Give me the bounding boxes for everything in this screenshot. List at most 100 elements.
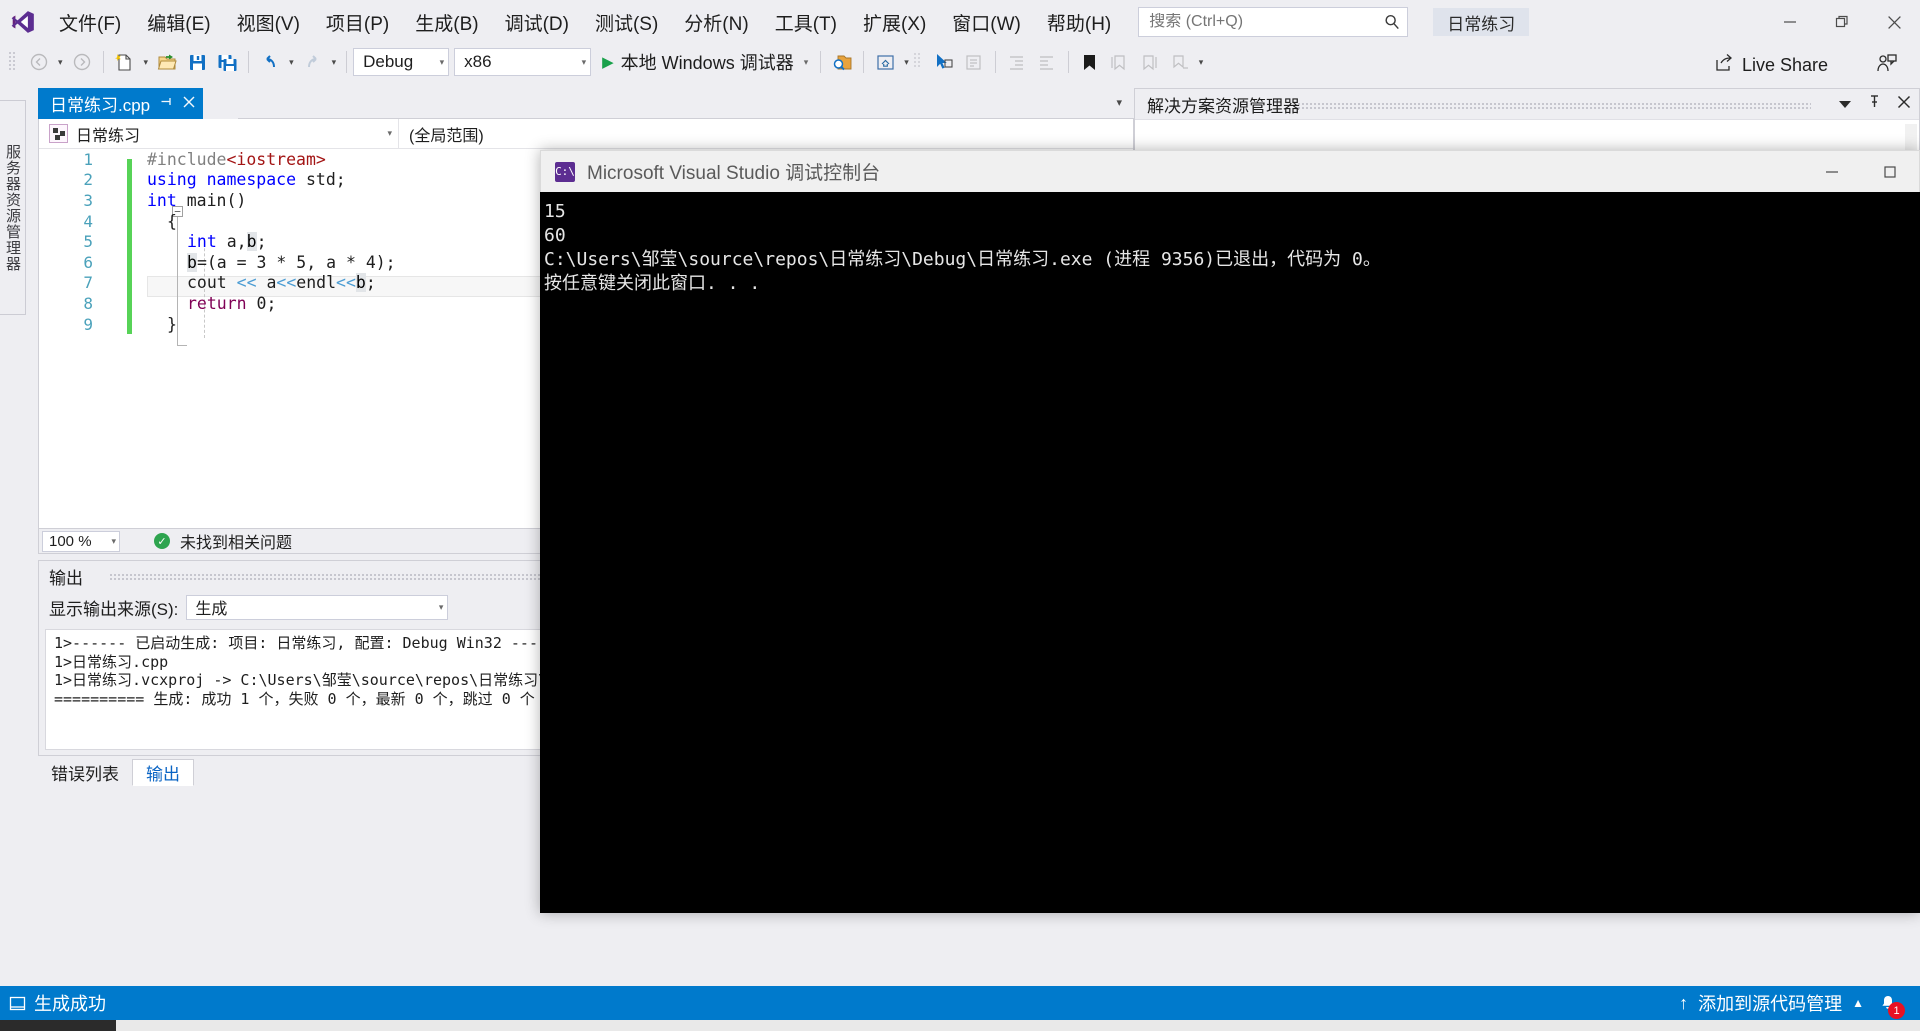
code-token: 0; [246,293,277,313]
console-output-text[interactable]: 15 60 C:\Users\邹莹\source\repos\日常练习\Debu… [540,192,1920,913]
code-text: } [127,315,177,334]
show-start-window-button[interactable] [870,47,900,77]
close-icon[interactable] [183,95,195,112]
editor-zoom-combo[interactable]: 100 % ▾ [42,530,120,552]
menu-file[interactable]: 文件(F) [46,0,134,44]
indent-decrease-icon[interactable] [1002,47,1032,77]
redo-button[interactable] [298,47,328,77]
code-text: using namespace std; [127,170,346,189]
console-window-controls [1803,151,1919,193]
output-source-combo[interactable]: 生成 ▾ [186,594,449,620]
menu-tools[interactable]: 工具(T) [762,0,850,44]
code-text: #include<iostream> [127,150,326,169]
server-explorer-dock-tab[interactable]: 服务器资源管理器 [0,100,26,315]
close-button[interactable] [1868,0,1920,44]
navigate-backward-dropdown-icon[interactable]: ▾ [54,57,67,68]
menu-help[interactable]: 帮助(H) [1034,0,1124,44]
member-scope-combo[interactable]: (全局范围) [399,119,1133,149]
fold-region-end [177,345,187,346]
menu-edit[interactable]: 编辑(E) [134,0,223,44]
chevron-down-icon: ▾ [439,56,445,67]
no-issues-icon: ✓ [154,533,170,549]
solution-explorer-title: 解决方案资源管理器 [1147,96,1300,116]
source-control-label[interactable]: 添加到源代码管理 [1698,990,1842,1016]
minimize-button[interactable] [1764,0,1816,44]
chevron-down-icon[interactable] [1838,94,1852,114]
solution-configuration-combo[interactable]: Debug ▾ [353,48,450,76]
indent-increase-icon[interactable] [1032,47,1062,77]
line-number: 8 [83,293,93,313]
window-controls [1764,0,1920,44]
menu-debug[interactable]: 调试(D) [492,0,582,44]
visual-studio-logo-icon [0,0,46,44]
source-control-caret-icon[interactable]: ▲ [1852,996,1864,1010]
navigate-backward-button[interactable] [24,47,54,77]
line-number: 2 [83,170,93,190]
attach-to-process-button[interactable] [827,47,857,77]
save-all-button[interactable] [212,47,242,77]
undo-dropdown-icon[interactable]: ▾ [285,57,298,68]
editor-zoom-value: 100 % [49,532,92,550]
notifications-button[interactable]: 1 [1874,990,1905,1019]
document-tab-daily-practice-cpp[interactable]: 日常练习.cpp [38,88,204,119]
live-share-participants-icon[interactable] [1876,52,1898,79]
project-scope-combo[interactable]: 日常练习 ▾ [39,118,399,149]
code-token: #include [147,149,227,169]
start-debugging-button[interactable]: ▶ 本地 Windows 调试器 ▾ [596,47,814,77]
console-minimize-button[interactable] [1803,151,1861,193]
tab-output[interactable]: 输出 [132,759,194,786]
bookmark-dropdown-icon[interactable]: ▾ [1195,57,1208,68]
source-control-up-icon: ↑ [1679,992,1689,1013]
search-input[interactable] [1149,13,1384,31]
menu-project[interactable]: 项目(P) [313,0,402,44]
console-title-bar[interactable]: C:\ Microsoft Visual Studio 调试控制台 [540,150,1920,192]
menu-view[interactable]: 视图(V) [224,0,313,44]
code-token: b [355,273,366,293]
chevron-down-icon[interactable]: ▾ [794,57,809,68]
toolbar-separator-6 [994,51,996,73]
toolbar-grip[interactable] [8,51,20,73]
restore-button[interactable] [1816,0,1868,44]
pin-icon[interactable] [160,95,173,112]
code-token: endl [296,273,337,293]
menu-analyze[interactable]: 分析(N) [671,0,761,44]
toolbar-separator-5 [863,51,865,73]
code-token: main() [176,190,247,210]
navigate-forward-button[interactable] [67,47,97,77]
panel-drag-dots[interactable] [1297,102,1811,109]
solution-platform-combo[interactable]: x86 ▾ [454,48,592,76]
line-number: 1 [83,149,93,169]
tab-error-list[interactable]: 错误列表 [38,759,132,786]
redo-dropdown-icon[interactable]: ▾ [328,57,341,68]
new-project-dropdown-icon[interactable]: ▾ [140,57,153,68]
close-icon[interactable] [1897,94,1911,114]
code-text: int main() [127,191,246,210]
start-window-dropdown-icon[interactable]: ▾ [900,57,913,68]
quick-launch-search[interactable] [1138,7,1409,37]
code-token: int [147,190,177,210]
build-status-message: 生成成功 [34,994,106,1014]
new-project-button[interactable] [110,47,140,77]
solution-name-chip: 日常练习 [1433,8,1530,36]
bookmark-icon[interactable] [1075,47,1105,77]
chevron-down-icon[interactable]: ▾ [1116,96,1122,109]
comment-block-icon[interactable] [959,47,989,77]
code-token: { [167,211,177,231]
toolbar-grip-2[interactable] [913,51,925,73]
console-maximize-button[interactable] [1861,151,1919,193]
toolbar-separator-7 [1067,51,1069,73]
menu-window[interactable]: 窗口(W) [939,0,1034,44]
bookmark-prev-icon[interactable] [1105,47,1135,77]
undo-button[interactable] [255,47,285,77]
menu-build[interactable]: 生成(B) [402,0,491,44]
bookmark-clear-icon[interactable] [1165,47,1195,77]
menu-extensions[interactable]: 扩展(X) [850,0,939,44]
save-button[interactable] [182,47,212,77]
menu-test[interactable]: 测试(S) [582,0,671,44]
pointer-select-icon[interactable] [929,47,959,77]
open-file-button[interactable] [152,47,182,77]
code-token: cout [187,273,237,293]
live-share-button[interactable]: Live Share [1708,50,1834,80]
bookmark-next-icon[interactable] [1135,47,1165,77]
pin-icon[interactable] [1868,94,1881,114]
